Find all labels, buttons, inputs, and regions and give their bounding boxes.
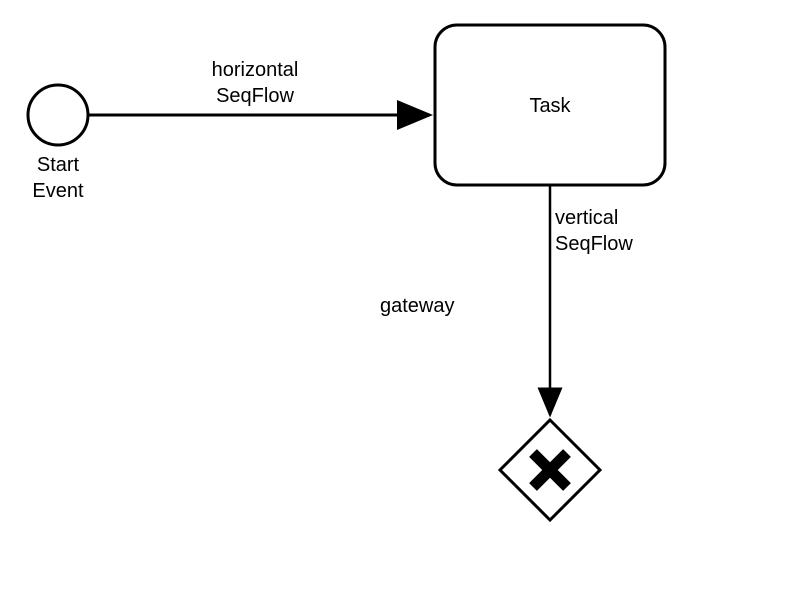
gateway-x-icon [533, 453, 567, 487]
start-event-label: Start Event [28, 152, 88, 204]
seq-flow-vertical-label-line2: SeqFlow [555, 233, 633, 255]
seq-flow-horizontal-label: horizontal SeqFlow [195, 57, 315, 109]
gateway-label: gateway [380, 293, 480, 319]
start-event-label-line1: Start [37, 154, 79, 176]
seq-flow-horizontal-label-line1: horizontal [212, 59, 299, 81]
seq-flow-vertical-label-line1: vertical [555, 207, 618, 229]
start-event [28, 85, 88, 145]
seq-flow-horizontal-label-line2: SeqFlow [216, 85, 294, 107]
seq-flow-vertical-label: vertical SeqFlow [555, 205, 655, 257]
start-event-label-line2: Event [32, 180, 83, 202]
task-label: Task [510, 93, 590, 119]
